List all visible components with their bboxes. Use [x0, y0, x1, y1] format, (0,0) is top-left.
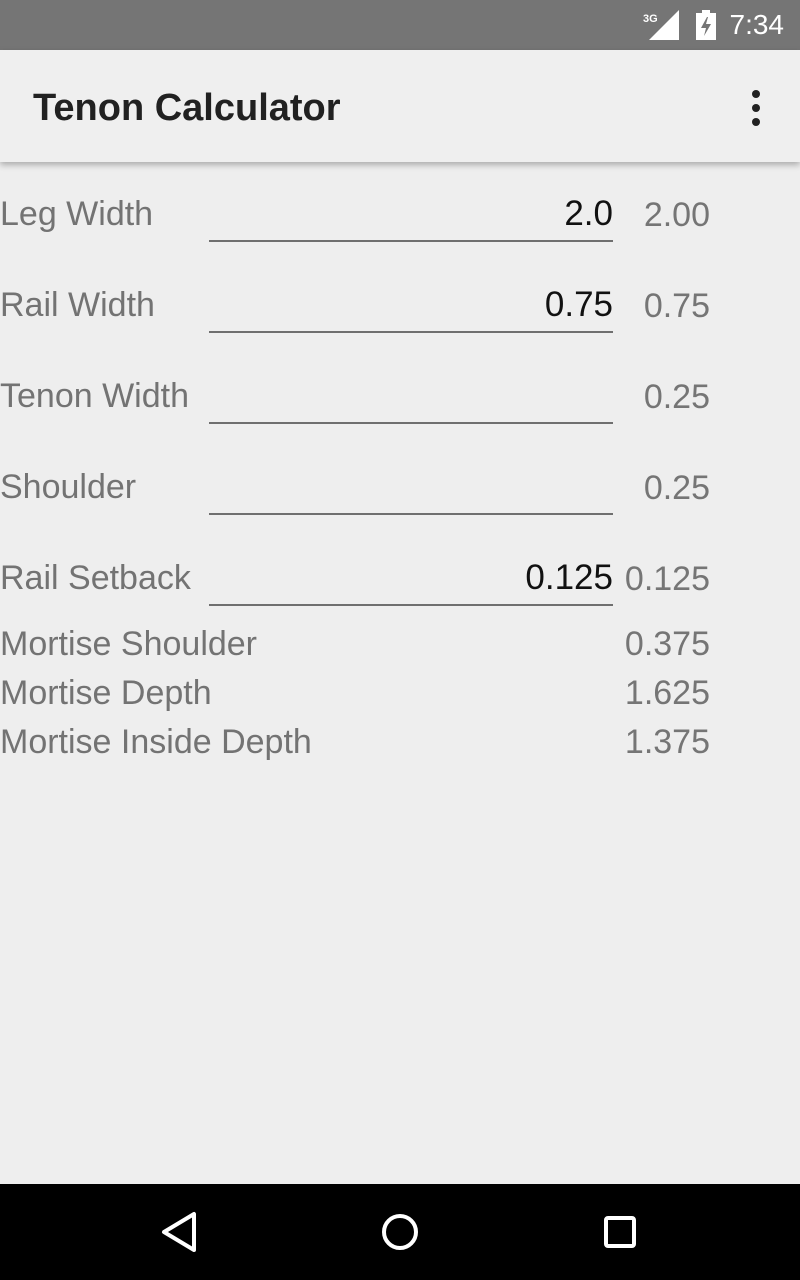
rail-setback-row: Rail Setback 0.125 0.125 [0, 532, 800, 612]
rail-width-result: 0.75 [643, 287, 710, 325]
shoulder-input[interactable] [209, 457, 613, 515]
mortise-inside-depth-label: Mortise Inside Depth [0, 723, 312, 761]
rail-width-input[interactable]: 0.75 [209, 275, 613, 333]
shoulder-row: Shoulder 0.25 [0, 441, 800, 521]
rail-width-row: Rail Width 0.75 0.75 [0, 259, 800, 339]
leg-width-label: Leg Width [0, 195, 154, 233]
recents-icon[interactable] [596, 1208, 644, 1256]
mortise-shoulder-label: Mortise Shoulder [0, 625, 258, 663]
tenon-width-result: 0.25 [643, 378, 710, 416]
rail-setback-input[interactable]: 0.125 [209, 548, 613, 606]
mortise-depth-label: Mortise Depth [0, 674, 212, 712]
mortise-depth-result: 1.625 [624, 674, 710, 712]
more-vert-icon[interactable] [740, 88, 772, 128]
navigation-bar [0, 1184, 800, 1280]
rail-width-value: 0.75 [544, 285, 613, 324]
rail-setback-label: Rail Setback [0, 559, 191, 597]
shoulder-result: 0.25 [643, 469, 710, 507]
leg-width-input[interactable]: 2.0 [209, 184, 613, 242]
tenon-width-label: Tenon Width [0, 377, 189, 415]
rail-setback-value: 0.125 [525, 558, 613, 597]
status-bar: 3G 7:34 [0, 0, 800, 50]
app-bar: Tenon Calculator [0, 50, 800, 162]
rail-setback-result: 0.125 [624, 560, 710, 598]
mortise-inside-depth-result: 1.375 [624, 723, 710, 761]
battery-icon [696, 10, 716, 40]
leg-width-value: 2.0 [564, 194, 613, 233]
leg-width-row: Leg Width 2.0 2.00 [0, 168, 800, 248]
rail-width-label: Rail Width [0, 286, 155, 324]
network-type-label: 3G [643, 13, 658, 25]
signal-icon: 3G [643, 10, 679, 40]
tenon-width-input[interactable] [209, 366, 613, 424]
tenon-width-row: Tenon Width 0.25 [0, 350, 800, 430]
home-icon[interactable] [376, 1208, 424, 1256]
status-time: 7:34 [729, 9, 785, 40]
shoulder-label: Shoulder [0, 468, 137, 506]
mortise-shoulder-result: 0.375 [624, 625, 710, 663]
mortise-inside-depth-row: Mortise Inside Depth 1.375 [0, 722, 800, 771]
leg-width-result: 2.00 [643, 196, 710, 234]
app-title: Tenon Calculator [33, 87, 341, 129]
mortise-shoulder-row: Mortise Shoulder 0.375 [0, 624, 800, 673]
back-icon[interactable] [156, 1208, 204, 1256]
mortise-depth-row: Mortise Depth 1.625 [0, 673, 800, 722]
